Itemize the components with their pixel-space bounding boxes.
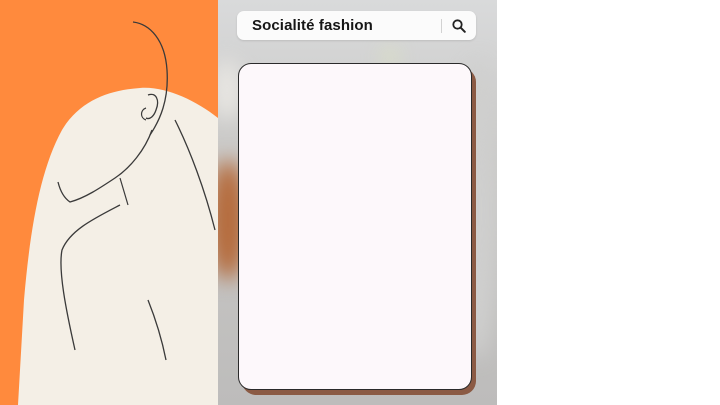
line-art-illustration bbox=[0, 0, 218, 405]
content-card[interactable] bbox=[238, 63, 472, 390]
search-input[interactable]: Socialité fashion bbox=[252, 17, 441, 34]
figure-silhouette bbox=[18, 87, 218, 405]
search-icon[interactable] bbox=[452, 18, 466, 33]
app-background: Socialité fashion bbox=[218, 0, 497, 405]
search-bar[interactable]: Socialité fashion bbox=[237, 11, 476, 40]
search-divider bbox=[441, 18, 442, 33]
